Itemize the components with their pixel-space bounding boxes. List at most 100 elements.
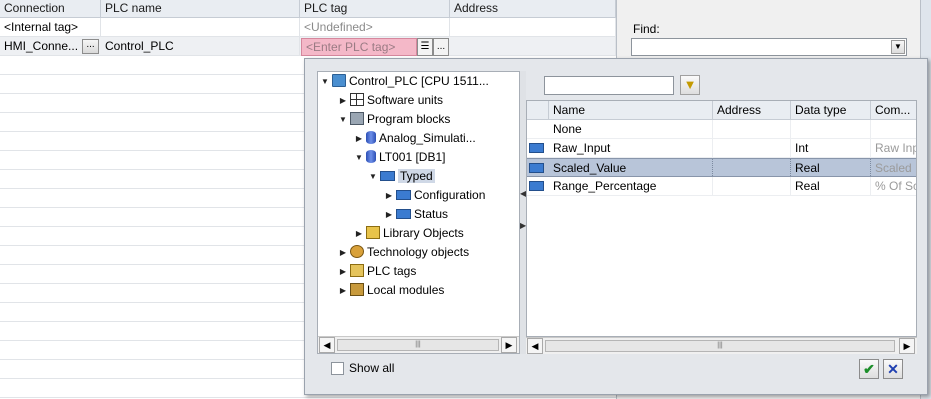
technology-icon [350,245,364,259]
db-icon [366,131,376,145]
plc-tag-cell[interactable]: <Undefined> [300,18,450,37]
tag-name-cell: Range_Percentage [549,177,713,196]
tree-node-label: Technology objects [367,245,470,259]
show-all-checkbox[interactable] [331,362,344,375]
column-header-plc-tag[interactable]: PLC tag [300,0,450,18]
db-icon [366,150,376,164]
table-row[interactable]: None [527,120,916,139]
struct-icon [380,170,395,181]
tree-node-label: LT001 [DB1] [379,150,446,164]
find-label: Find: [633,22,660,36]
table-header: Connection PLC name PLC tag Address [0,0,616,18]
table-row[interactable]: Range_Percentage Real % Of Sc [527,177,916,196]
collapse-arrow-icon[interactable]: ▼ [368,167,378,186]
column-header-address[interactable]: Address [713,101,791,120]
confirm-button[interactable]: ✔ [859,359,879,379]
tag-name-cell: Scaled_Value [549,159,713,178]
expand-arrow-icon[interactable]: ▶ [338,262,348,281]
project-tree: ▼ Control_PLC [CPU 1511... ▶ Software unit… [317,71,520,354]
connection-cell: <Internal tag> [0,18,101,37]
dropdown-arrow-icon[interactable]: ▼ [891,40,905,54]
tree-node-plc-tags[interactable]: ▶ PLC tags [338,262,416,281]
tree-node-control-plc[interactable]: ▼ Control_PLC [CPU 1511... [320,72,489,91]
struct-tag-icon [529,163,544,173]
tree-node-lt001[interactable]: ▼ LT001 [DB1] [354,148,445,167]
tag-type-cell: Real [791,177,871,196]
find-combobox[interactable]: ▼ [631,38,907,56]
table-row[interactable]: <Internal tag> <Undefined> [0,18,616,37]
tag-type-cell: Real [791,159,871,178]
expand-arrow-icon[interactable]: ▶ [338,281,348,300]
plc-tag-input[interactable]: <Enter PLC tag> [301,38,417,56]
cancel-button[interactable]: ✕ [883,359,903,379]
struct-tag-icon [529,181,544,191]
tag-list-pane: ▼ Name Address Data type Com... None Raw… [526,71,917,354]
tag-list-icon[interactable]: ☰ [417,38,433,56]
tag-type-cell [791,120,871,139]
tree-node-status[interactable]: ▶ Status [384,205,448,224]
tag-search-input[interactable] [544,76,674,95]
software-units-icon [350,93,364,107]
plc-name-cell: Control_PLC [101,37,300,56]
expand-arrow-icon[interactable]: ▶ [338,243,348,262]
tag-type-cell: Int [791,139,871,158]
local-modules-icon [350,283,364,297]
tree-node-typed[interactable]: ▼ Typed [368,167,435,186]
table-row[interactable]: Scaled_Value Real Scaled [527,158,916,178]
scrollbar-thumb[interactable]: ||| [337,339,499,351]
column-header-data-type[interactable]: Data type [791,101,871,120]
scroll-left-icon[interactable]: ◀ [527,338,543,354]
plc-tag-browser-popup: ▼ Control_PLC [CPU 1511... ▶ Software unit… [304,58,928,395]
tag-address-cell [713,159,791,178]
tag-comment-cell [871,120,916,139]
browse-tag-button[interactable]: ... [433,38,449,56]
tree-node-label: PLC tags [367,264,417,278]
tree-node-configuration[interactable]: ▶ Configuration [384,186,485,205]
collapse-arrow-icon[interactable]: ▼ [320,72,330,91]
column-header-address[interactable]: Address [450,0,616,18]
expand-arrow-icon[interactable]: ▶ [354,224,364,243]
tree-node-label: Software units [367,93,444,107]
collapse-arrow-icon[interactable]: ▼ [354,148,364,167]
tree-node-label: Library Objects [383,226,464,240]
collapse-arrow-icon[interactable]: ▼ [338,110,348,129]
tree-node-label: Program blocks [367,112,451,126]
table-row[interactable]: Raw_Input Int Raw Inp [527,139,916,158]
tree-horizontal-scrollbar[interactable]: ◀ ||| ▶ [318,336,519,353]
tree-node-program-blocks[interactable]: ▼ Program blocks [338,110,450,129]
expand-arrow-icon[interactable]: ▶ [354,129,364,148]
plc-name-cell [101,18,300,37]
column-header-comment[interactable]: Com... [871,101,916,120]
tree-node-label: Local modules [367,283,445,297]
tag-name-cell: None [549,120,713,139]
tree-node-library-objects[interactable]: ▶ Library Objects [354,224,464,243]
scrollbar-thumb[interactable]: ||| [545,340,895,352]
expand-arrow-icon[interactable]: ▶ [338,91,348,110]
expand-arrow-icon[interactable]: ▶ [384,186,394,205]
tag-address-cell [713,139,791,158]
tag-horizontal-scrollbar[interactable]: ◀ ||| ▶ [526,337,917,354]
show-all-label[interactable]: Show all [349,361,394,375]
connection-cell: HMI_Conne... [4,39,79,53]
column-header-name[interactable]: Name [549,101,713,120]
column-header-plc-name[interactable]: PLC name [101,0,300,18]
struct-icon [396,189,411,200]
struct-icon [396,208,411,219]
tree-node-software-units[interactable]: ▶ Software units [338,91,443,110]
tree-node-local-modules[interactable]: ▶ Local modules [338,281,444,300]
library-icon [366,226,380,240]
column-header-connection[interactable]: Connection [0,0,101,18]
scroll-left-icon[interactable]: ◀ [319,337,335,353]
tree-node-analog-simulation[interactable]: ▶ Analog_Simulati... [354,129,476,148]
tree-node-label: Analog_Simulati... [379,131,476,145]
address-cell [450,18,616,37]
scroll-right-icon[interactable]: ▶ [899,338,915,354]
expand-arrow-icon[interactable]: ▶ [384,205,394,224]
popup-footer: Show all ✔ ✕ [317,359,917,383]
tree-node-technology-objects[interactable]: ▶ Technology objects [338,243,469,262]
filter-icon[interactable]: ▼ [680,75,700,95]
scroll-right-icon[interactable]: ▶ [501,337,517,353]
address-cell [450,37,616,56]
select-connection-button[interactable]: ... [82,39,99,54]
tree-node-label: Status [414,207,449,221]
